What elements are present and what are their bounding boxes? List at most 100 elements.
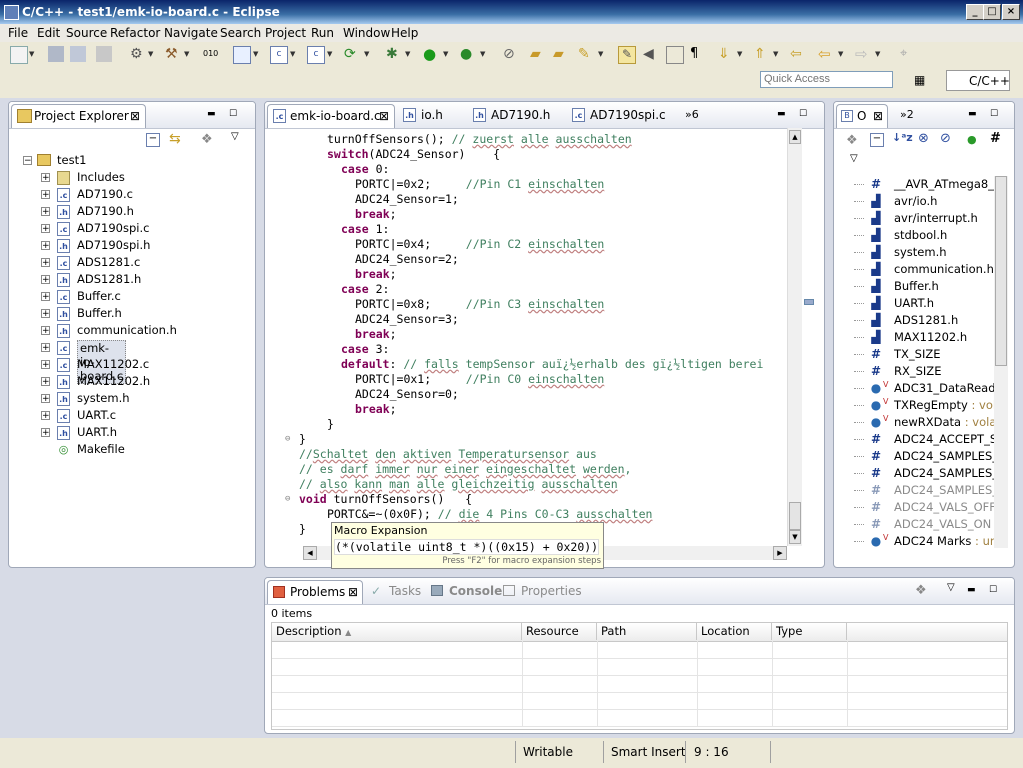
column-location[interactable]: Location: [697, 623, 772, 640]
new-class-icon[interactable]: c: [307, 46, 325, 64]
quick-access-input[interactable]: [760, 71, 893, 88]
code-line[interactable]: PORTC|=0x2; //Pin C1 einschalten: [355, 177, 604, 192]
menu-file[interactable]: File: [8, 26, 28, 40]
expand-toggle-icon[interactable]: +: [41, 309, 50, 319]
sort-icon[interactable]: ↓ᵃz: [892, 131, 913, 144]
minimize-window-button[interactable]: _: [966, 4, 984, 20]
new-project-dropdown-icon[interactable]: ▼: [253, 46, 259, 62]
code-line[interactable]: }: [299, 432, 306, 447]
code-line[interactable]: PORTC|=0x4; //Pin C2 einschalten: [355, 237, 604, 252]
toggle-edit-icon[interactable]: ◀: [643, 46, 659, 62]
open-folder-icon[interactable]: ▰: [530, 46, 546, 62]
collapse-toggle-icon[interactable]: −: [23, 156, 32, 166]
code-line[interactable]: ADC24_Sensor=3;: [355, 312, 459, 327]
scroll-left-icon[interactable]: ◀: [303, 546, 317, 560]
code-line[interactable]: case 3:: [341, 342, 389, 357]
debug-icon[interactable]: ✱: [386, 46, 402, 62]
expand-toggle-icon[interactable]: +: [41, 275, 50, 285]
new-icon[interactable]: [10, 46, 28, 64]
hide-non-public-icon[interactable]: ●: [967, 133, 977, 146]
tab-properties[interactable]: Properties: [503, 582, 582, 600]
minimize-view-icon[interactable]: ▬: [207, 109, 217, 119]
outline-vertical-scrollbar[interactable]: [994, 176, 1008, 548]
code-line[interactable]: PORTC&=~(0x0F); // die 4 Pins C0-C3 auss…: [327, 507, 652, 522]
new-project-icon[interactable]: [233, 46, 251, 64]
minimize-view-icon[interactable]: ▬: [967, 585, 977, 595]
prev-annotation-icon[interactable]: ⇑: [754, 46, 770, 62]
scroll-thumb[interactable]: [995, 176, 1007, 366]
binary-icon[interactable]: 010: [203, 46, 219, 62]
show-whitespace-icon[interactable]: ¶: [690, 46, 706, 62]
scroll-right-icon[interactable]: ▶: [773, 546, 787, 560]
expand-toggle-icon[interactable]: +: [41, 292, 50, 302]
close-tab-icon[interactable]: ⊠: [130, 105, 140, 127]
mark-occurrences-icon[interactable]: ✎: [618, 46, 636, 64]
more-tabs-button[interactable]: »2: [900, 106, 914, 124]
refresh-dropdown-icon[interactable]: ▼: [364, 46, 370, 62]
forward-arrow-icon[interactable]: ⇨: [855, 46, 871, 62]
expand-toggle-icon[interactable]: +: [41, 258, 50, 268]
maximize-view-icon[interactable]: ☐: [799, 109, 809, 119]
code-line[interactable]: case 1:: [341, 222, 389, 237]
fold-toggle-icon[interactable]: ⊖: [285, 435, 294, 444]
code-line[interactable]: break;: [355, 402, 397, 417]
tab-project-explorer[interactable]: Project Explorer ⊠: [11, 104, 146, 128]
open-perspective-icon[interactable]: ▦: [914, 70, 938, 91]
expand-toggle-icon[interactable]: +: [41, 377, 50, 387]
expand-toggle-icon[interactable]: +: [41, 428, 50, 438]
external-tools-dropdown-icon[interactable]: ▼: [480, 46, 486, 62]
hide-fields-icon[interactable]: ⊗: [918, 131, 929, 146]
debug-dropdown-icon[interactable]: ▼: [405, 46, 411, 62]
minimize-view-icon[interactable]: ▬: [968, 109, 978, 119]
perspective-cpp-button[interactable]: C/C++: [946, 70, 1010, 91]
filter-icon[interactable]: ❖: [915, 583, 927, 598]
code-area[interactable]: turnOffSensors(); // zuerst alle ausscha…: [265, 128, 808, 545]
column-path[interactable]: Path: [597, 623, 697, 640]
expand-toggle-icon[interactable]: +: [41, 360, 50, 370]
collapse-all-icon[interactable]: −: [870, 133, 884, 147]
new-source-dropdown-icon[interactable]: ▼: [290, 46, 296, 62]
code-line[interactable]: default: // falls tempSensor auï¿½erhalb…: [341, 357, 763, 372]
menu-run[interactable]: Run: [311, 26, 334, 40]
code-line[interactable]: turnOffSensors(); // zuerst alle ausscha…: [327, 132, 632, 147]
refresh-icon[interactable]: ⟳: [344, 46, 360, 62]
run-icon[interactable]: ●: [423, 46, 439, 62]
menu-window[interactable]: Window: [343, 26, 390, 40]
code-line[interactable]: break;: [355, 267, 397, 282]
menu-search[interactable]: Search: [220, 26, 261, 40]
tab-ad7190spi-c[interactable]: .c AD7190spi.c: [572, 106, 666, 124]
print-icon[interactable]: [96, 46, 112, 62]
gear-dropdown-icon[interactable]: ▼: [148, 46, 154, 62]
code-line[interactable]: }: [327, 417, 334, 432]
more-tabs-button[interactable]: »6: [685, 106, 699, 124]
forward-dropdown-icon[interactable]: ▼: [875, 46, 881, 62]
view-menu-icon[interactable]: ▽: [947, 582, 957, 593]
expand-toggle-icon[interactable]: +: [41, 224, 50, 234]
save-icon[interactable]: [48, 46, 64, 62]
code-line[interactable]: case 2:: [341, 282, 389, 297]
expand-toggle-icon[interactable]: +: [41, 173, 50, 183]
tab-tasks[interactable]: ✓ Tasks: [371, 582, 421, 600]
next-annotation-icon[interactable]: ⇓: [718, 46, 734, 62]
close-tab-icon[interactable]: ⊠: [348, 581, 358, 603]
code-line[interactable]: }: [299, 522, 306, 537]
code-line[interactable]: ADC24_Sensor=0;: [355, 387, 459, 402]
expand-toggle-icon[interactable]: +: [41, 241, 50, 251]
filter-icon[interactable]: ❖: [846, 133, 858, 148]
code-line[interactable]: // also kann man alle gleichzeitig aussc…: [299, 477, 618, 492]
close-tab-icon[interactable]: ⊠: [873, 105, 883, 127]
search-icon[interactable]: ✎: [578, 46, 594, 62]
expand-toggle-icon[interactable]: +: [41, 394, 50, 404]
menu-navigate[interactable]: Navigate: [164, 26, 218, 40]
tab-io-h[interactable]: .h io.h: [403, 106, 443, 124]
view-menu-icon[interactable]: ▽: [850, 153, 858, 164]
menu-edit[interactable]: Edit: [37, 26, 60, 40]
expand-toggle-icon[interactable]: +: [41, 343, 50, 353]
code-line[interactable]: break;: [355, 327, 397, 342]
gear-icon[interactable]: ⚙: [130, 46, 146, 62]
maximize-window-button[interactable]: □: [983, 4, 1001, 20]
code-line[interactable]: PORTC|=0x1; //Pin C0 einschalten: [355, 372, 604, 387]
fold-toggle-icon[interactable]: ⊖: [285, 495, 294, 504]
code-line[interactable]: switch(ADC24_Sensor) {: [327, 147, 500, 162]
new-dropdown-icon[interactable]: ▼: [29, 46, 35, 62]
